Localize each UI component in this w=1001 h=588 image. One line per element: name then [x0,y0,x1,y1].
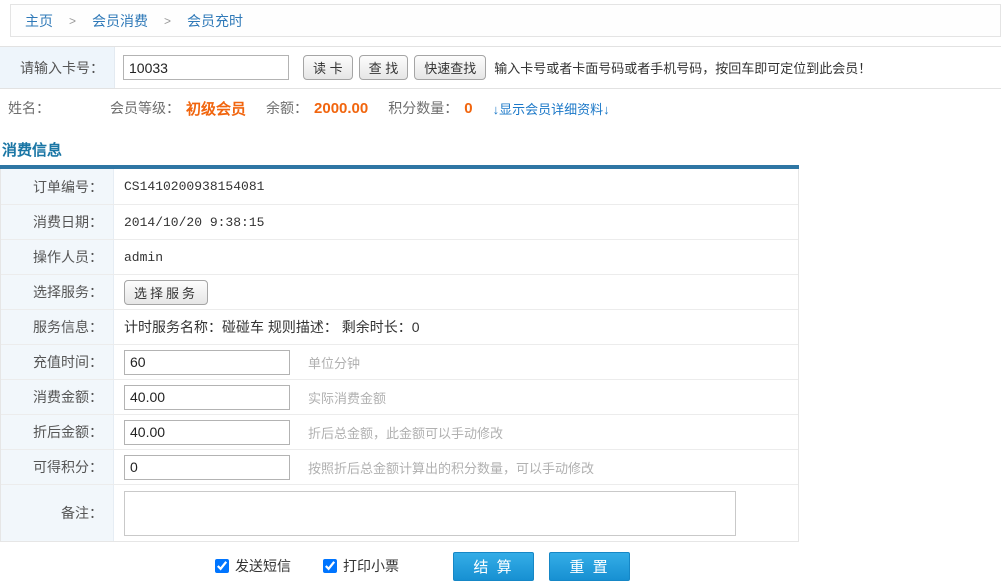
settle-button[interactable]: 结 算 [453,552,534,581]
member-name-label: 姓名： [8,98,50,118]
discount-amount-input[interactable] [124,420,290,445]
print-receipt-label: 打印小票 [343,556,399,576]
recharge-time-hint: 单位分钟 [308,353,360,372]
service-info-value: 计时服务名称：碰碰车 规则描述： 剩余时长：0 [124,317,420,337]
consume-amount-input[interactable] [124,385,290,410]
find-button[interactable]: 查 找 [359,55,409,80]
print-receipt-checkbox[interactable] [323,559,337,573]
earn-points-row: 可得积分： 按照折后总金额计算出的积分数量，可以手动修改 [1,449,798,484]
consume-date-label: 消费日期： [1,205,114,239]
card-number-input[interactable] [123,55,289,80]
member-points-value: 0 [464,100,472,117]
recharge-time-row: 充值时间： 单位分钟 [1,344,798,379]
remark-textarea[interactable] [124,491,736,536]
discount-amount-row: 折后金额： 折后总金额，此金额可以手动修改 [1,414,798,449]
operator-row: 操作人员： admin [1,239,798,274]
consume-form-table: 订单编号： CS1410200938154081 消费日期： 2014/10/2… [0,169,799,542]
card-search-row: 请输入卡号： 读 卡 查 找 快速查找 输入卡号或者卡面号码或者手机号码，按回车… [0,46,1001,89]
remark-row: 备注： [1,484,798,541]
consume-amount-row: 消费金额： 实际消费金额 [1,379,798,414]
show-member-detail-link[interactable]: ↓显示会员详细资料↓ [493,99,610,118]
member-level-label: 会员等级： [110,98,180,118]
section-title-consume-info: 消费信息 [2,139,1001,160]
select-service-label: 选择服务： [1,275,114,309]
consume-date-value: 2014/10/20 9:38:15 [124,215,264,230]
consume-amount-hint: 实际消费金额 [308,388,386,407]
consume-amount-label: 消费金额： [1,380,114,414]
card-number-label: 请输入卡号： [0,47,115,88]
operator-value: admin [124,250,163,265]
read-card-button[interactable]: 读 卡 [303,55,353,80]
send-sms-label: 发送短信 [235,556,291,576]
breadcrumb-member-consume[interactable]: 会员消费 [92,11,148,31]
breadcrumb: 主页 > 会员消费 > 会员充时 [10,4,1001,37]
service-info-row: 服务信息： 计时服务名称：碰碰车 规则描述： 剩余时长：0 [1,309,798,344]
member-balance-label: 余额： [266,98,308,118]
earn-points-label: 可得积分： [1,450,114,484]
card-search-hint: 输入卡号或者卡面号码或者手机号码，按回车即可定位到此会员！ [494,58,871,77]
select-service-button[interactable]: 选择服务 [124,280,208,305]
member-info-row: 姓名： 会员等级： 初级会员 余额： 2000.00 积分数量： 0 ↓显示会员… [0,89,1001,127]
quick-find-button[interactable]: 快速查找 [414,55,486,80]
operator-label: 操作人员： [1,240,114,274]
member-level-value: 初级会员 [186,98,246,119]
send-sms-checkbox[interactable] [215,559,229,573]
breadcrumb-home[interactable]: 主页 [25,11,53,31]
breadcrumb-separator-icon: > [69,14,76,28]
footer-actions: 发送短信 打印小票 结 算 重 置 [0,551,799,581]
earn-points-input[interactable] [124,455,290,480]
remark-label: 备注： [1,485,114,541]
recharge-time-label: 充值时间： [1,345,114,379]
select-service-row: 选择服务： 选择服务 [1,274,798,309]
order-no-value: CS1410200938154081 [124,179,264,194]
recharge-time-input[interactable] [124,350,290,375]
breadcrumb-separator-icon: > [164,14,171,28]
reset-button[interactable]: 重 置 [549,552,630,581]
breadcrumb-member-recharge-time[interactable]: 会员充时 [187,11,243,31]
member-points-label: 积分数量： [388,98,458,118]
service-info-label: 服务信息： [1,310,114,344]
order-no-label: 订单编号： [1,169,114,204]
order-no-row: 订单编号： CS1410200938154081 [1,169,798,204]
discount-amount-hint: 折后总金额，此金额可以手动修改 [308,423,503,442]
discount-amount-label: 折后金额： [1,415,114,449]
member-balance-value: 2000.00 [314,100,368,117]
consume-date-row: 消费日期： 2014/10/20 9:38:15 [1,204,798,239]
earn-points-hint: 按照折后总金额计算出的积分数量，可以手动修改 [308,458,594,477]
